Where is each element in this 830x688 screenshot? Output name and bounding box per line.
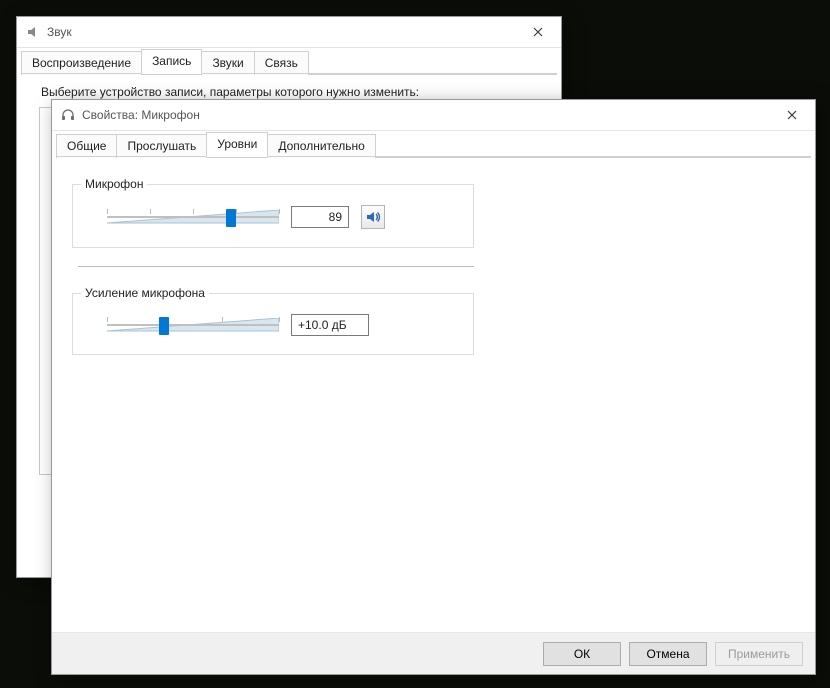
headset-icon <box>60 107 76 123</box>
tab-general[interactable]: Общие <box>56 134 117 158</box>
microphone-level-thumb[interactable] <box>226 209 236 227</box>
microphone-boost-legend: Усиление микрофона <box>81 286 209 300</box>
mic-properties-title: Свойства: Микрофон <box>82 108 777 122</box>
microphone-boost-thumb[interactable] <box>159 317 169 335</box>
microphone-level-group: Микрофон 89 <box>72 184 474 248</box>
tab-recording[interactable]: Запись <box>141 49 202 74</box>
apply-button: Применить <box>715 642 803 666</box>
sound-titlebar[interactable]: Звук <box>17 17 561 48</box>
mic-properties-tabs: Общие Прослушать Уровни Дополнительно <box>52 131 815 157</box>
microphone-level-value[interactable]: 89 <box>291 206 349 228</box>
microphone-level-legend: Микрофон <box>81 177 147 191</box>
tab-sounds[interactable]: Звуки <box>201 51 254 75</box>
tab-communications[interactable]: Связь <box>254 51 309 75</box>
microphone-boost-group: Усиление микрофона +10.0 дБ <box>72 293 474 355</box>
microphone-level-slider[interactable] <box>107 206 279 228</box>
sound-close-button[interactable] <box>523 21 553 43</box>
sound-tabs: Воспроизведение Запись Звуки Связь <box>17 48 561 74</box>
mic-properties-titlebar[interactable]: Свойства: Микрофон <box>52 100 815 131</box>
recording-instruction: Выберите устройство записи, параметры ко… <box>41 85 539 99</box>
microphone-boost-slider[interactable] <box>107 314 279 336</box>
mic-properties-close-button[interactable] <box>777 104 807 126</box>
levels-panel: Микрофон 89 <box>56 157 811 632</box>
tab-playback[interactable]: Воспроизведение <box>21 51 142 75</box>
mic-properties-buttonbar: ОК Отмена Применить <box>52 632 815 674</box>
speaker-icon <box>25 24 41 40</box>
speaker-on-icon <box>365 209 381 225</box>
mute-button[interactable] <box>361 205 385 229</box>
tab-advanced[interactable]: Дополнительно <box>267 134 375 158</box>
mic-properties-window: Свойства: Микрофон Общие Прослушать Уров… <box>51 99 816 675</box>
ok-button[interactable]: ОК <box>543 642 621 666</box>
group-divider <box>78 266 474 267</box>
tab-listen[interactable]: Прослушать <box>116 134 207 158</box>
cancel-button[interactable]: Отмена <box>629 642 707 666</box>
sound-title: Звук <box>47 25 523 39</box>
microphone-boost-value[interactable]: +10.0 дБ <box>291 314 369 336</box>
tab-levels[interactable]: Уровни <box>206 132 268 157</box>
